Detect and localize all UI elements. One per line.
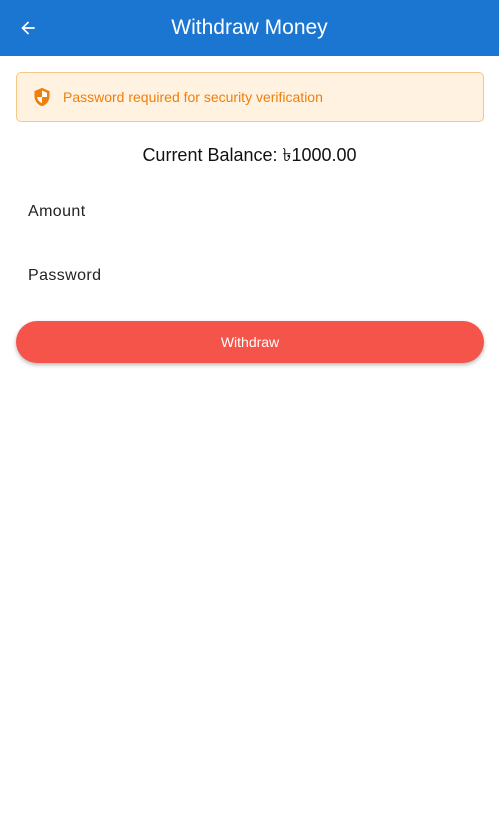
withdraw-button[interactable]: Withdraw [16,321,484,363]
current-balance: Current Balance: ৳1000.00 [142,145,357,165]
security-notice: Password required for security verificat… [16,72,484,122]
page-title: Withdraw Money [171,16,328,39]
app-bar: Withdraw Money [0,0,499,56]
amount-field[interactable]: Amount [16,190,484,234]
shield-icon [31,86,53,108]
notice-text: Password required for security verificat… [63,89,323,105]
password-field[interactable]: Password [16,254,484,298]
